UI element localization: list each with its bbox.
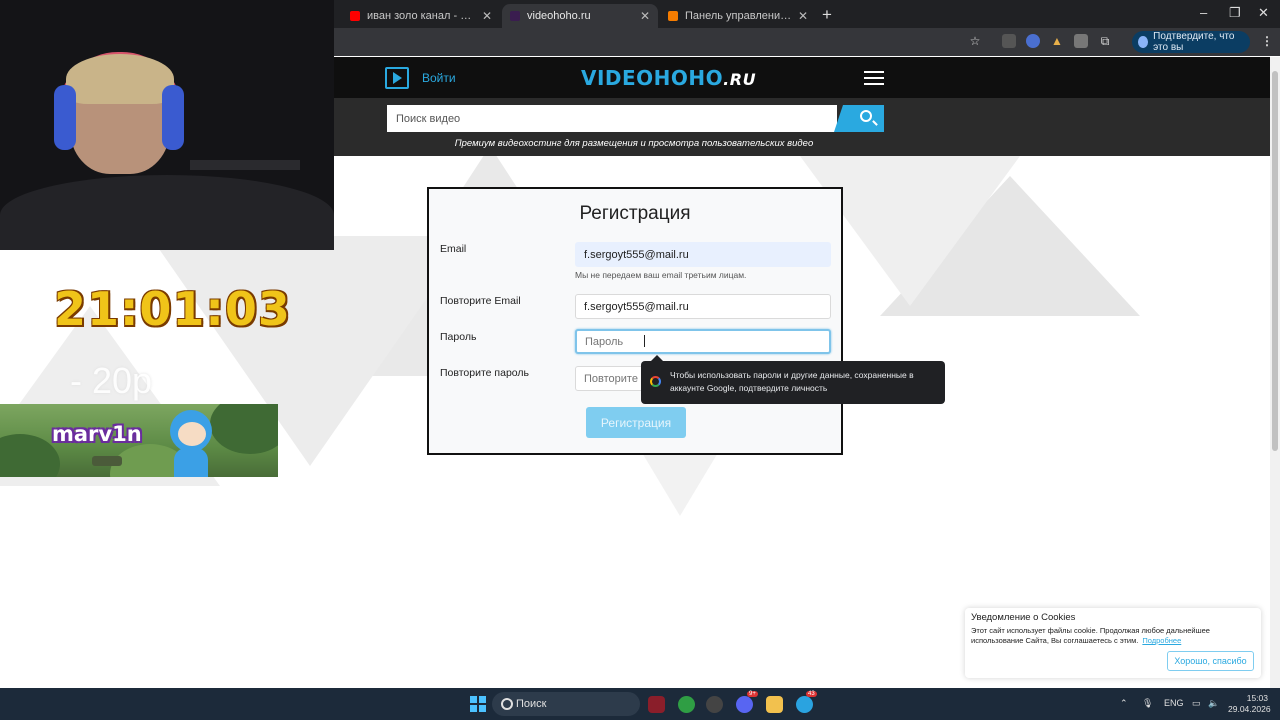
- discord-badge: 9+: [747, 691, 758, 697]
- video-search-input[interactable]: [387, 105, 837, 132]
- taskbar-search-label: Поиск: [516, 698, 547, 710]
- site-favicon-icon: [510, 11, 520, 21]
- microphone-icon[interactable]: 🎙: [1142, 698, 1153, 709]
- telegram-badge: 43: [806, 691, 817, 697]
- volume-icon[interactable]: 🔈: [1208, 698, 1219, 709]
- tab-label: videohoho.ru: [527, 10, 591, 22]
- cookie-title: Уведомление о Cookies: [971, 612, 1076, 623]
- new-tab-button[interactable]: +: [822, 5, 832, 25]
- extension-icon[interactable]: [1026, 34, 1040, 48]
- chrome-icon[interactable]: [678, 696, 695, 713]
- password-field[interactable]: [575, 329, 831, 354]
- cookie-text: Этот сайт использует файлы cookie. Продо…: [971, 626, 1253, 646]
- repeat-email-field[interactable]: [575, 294, 831, 319]
- extension-icon[interactable]: [1074, 34, 1088, 48]
- close-icon[interactable]: ✕: [482, 9, 492, 23]
- repeat-password-label: Повторите пароль: [440, 367, 529, 379]
- google-icon: [650, 376, 661, 387]
- tab-donation[interactable]: Панель управления - Donation ✕: [660, 4, 816, 28]
- site-header: Войти VIDEOHOHO.RU: [334, 57, 1270, 98]
- register-button[interactable]: Регистрация: [586, 407, 686, 438]
- restore-button[interactable]: ❐: [1229, 5, 1241, 21]
- clock-time: 15:03: [1246, 693, 1268, 703]
- streamer-banner: marv1n: [0, 404, 278, 477]
- login-link[interactable]: Войти: [422, 71, 456, 85]
- tooltip-text: Чтобы использовать пароли и другие данны…: [670, 370, 914, 393]
- tray-chevron-icon[interactable]: ⌃: [1120, 698, 1128, 709]
- profile-avatar: [1138, 36, 1149, 48]
- close-window-button[interactable]: ✕: [1258, 5, 1269, 21]
- telegram-icon[interactable]: [796, 696, 813, 713]
- page-scrollbar[interactable]: [1270, 57, 1280, 688]
- scrollbar-thumb[interactable]: [1272, 71, 1278, 451]
- windows-start-icon[interactable]: [470, 696, 486, 712]
- tab-label: иван золо канал - YouTube: [367, 10, 476, 22]
- text-cursor-icon: [644, 335, 648, 347]
- password-label: Пароль: [440, 331, 477, 343]
- close-icon[interactable]: ✕: [640, 9, 650, 23]
- bookmark-star-icon[interactable]: ☆: [968, 34, 982, 48]
- discord-icon[interactable]: [736, 696, 753, 713]
- donation-text: - 20р: [70, 360, 153, 401]
- banner-name: marv1n: [52, 422, 142, 446]
- app-icon[interactable]: [648, 696, 665, 713]
- extensions-puzzle-icon[interactable]: ⧉: [1098, 34, 1112, 48]
- language-indicator[interactable]: ENG: [1164, 698, 1184, 708]
- registration-form: Регистрация Email Мы не передаем ваш ema…: [427, 187, 843, 455]
- google-password-tooltip[interactable]: Чтобы использовать пароли и другие данны…: [641, 355, 945, 404]
- tab-label: Панель управления - Donation: [685, 10, 792, 22]
- extension-icon[interactable]: [1002, 34, 1016, 48]
- tab-youtube[interactable]: иван золо канал - YouTube ✕: [342, 4, 500, 28]
- extension-icon[interactable]: ▲: [1050, 34, 1064, 48]
- windows-taskbar: Поиск 9+ 43 ⌃ 🎙 ENG ▭ 🔈 15:03 29.04.2026: [0, 688, 1280, 720]
- search-button[interactable]: [834, 105, 884, 132]
- stream-clock: 21:01:03: [54, 282, 291, 336]
- folder-icon[interactable]: [766, 696, 783, 713]
- repeat-email-label: Повторите Email: [440, 295, 521, 307]
- site-logo[interactable]: VIDEOHOHO.RU: [581, 66, 756, 90]
- search-icon: [860, 110, 872, 122]
- login-video-icon[interactable]: [385, 67, 409, 89]
- minimize-button[interactable]: –: [1200, 5, 1207, 20]
- email-hint: Мы не передаем ваш email третьим лицам.: [575, 270, 747, 280]
- hamburger-menu-icon[interactable]: [864, 71, 884, 85]
- tab-videohoho[interactable]: videohoho.ru ✕: [502, 4, 658, 28]
- cookie-notice: Уведомление о Cookies Этот сайт использу…: [965, 608, 1261, 678]
- cookie-accept-button[interactable]: Хорошо, спасибо: [1167, 651, 1254, 671]
- youtube-icon: [350, 11, 360, 21]
- browser-menu-icon[interactable]: ⋮: [1260, 34, 1274, 48]
- close-icon[interactable]: ✕: [798, 9, 808, 23]
- webcam-overlay: [0, 0, 334, 250]
- cookie-more-link[interactable]: Подробнее: [1142, 636, 1181, 645]
- clock-date: 29.04.2026: [1228, 704, 1271, 714]
- profile-verify-pill[interactable]: Подтвердите, что это вы: [1132, 31, 1250, 53]
- search-band: Премиум видеохостинг для размещения и пр…: [334, 98, 1270, 156]
- profile-pill-label: Подтвердите, что это вы: [1153, 31, 1235, 53]
- taskbar-search[interactable]: Поиск: [492, 692, 640, 716]
- donation-icon: [668, 11, 678, 21]
- email-label: Email: [440, 243, 467, 255]
- site-tagline: Премиум видеохостинг для размещения и пр…: [454, 138, 814, 149]
- obs-icon[interactable]: [706, 696, 723, 713]
- network-icon[interactable]: ▭: [1192, 698, 1201, 709]
- form-title: Регистрация: [579, 203, 691, 224]
- logo-main: VIDEOHOHO: [581, 66, 724, 90]
- logo-suffix: .RU: [723, 70, 757, 89]
- email-field[interactable]: [575, 242, 831, 267]
- taskbar-clock[interactable]: 15:03 29.04.2026: [1228, 693, 1271, 715]
